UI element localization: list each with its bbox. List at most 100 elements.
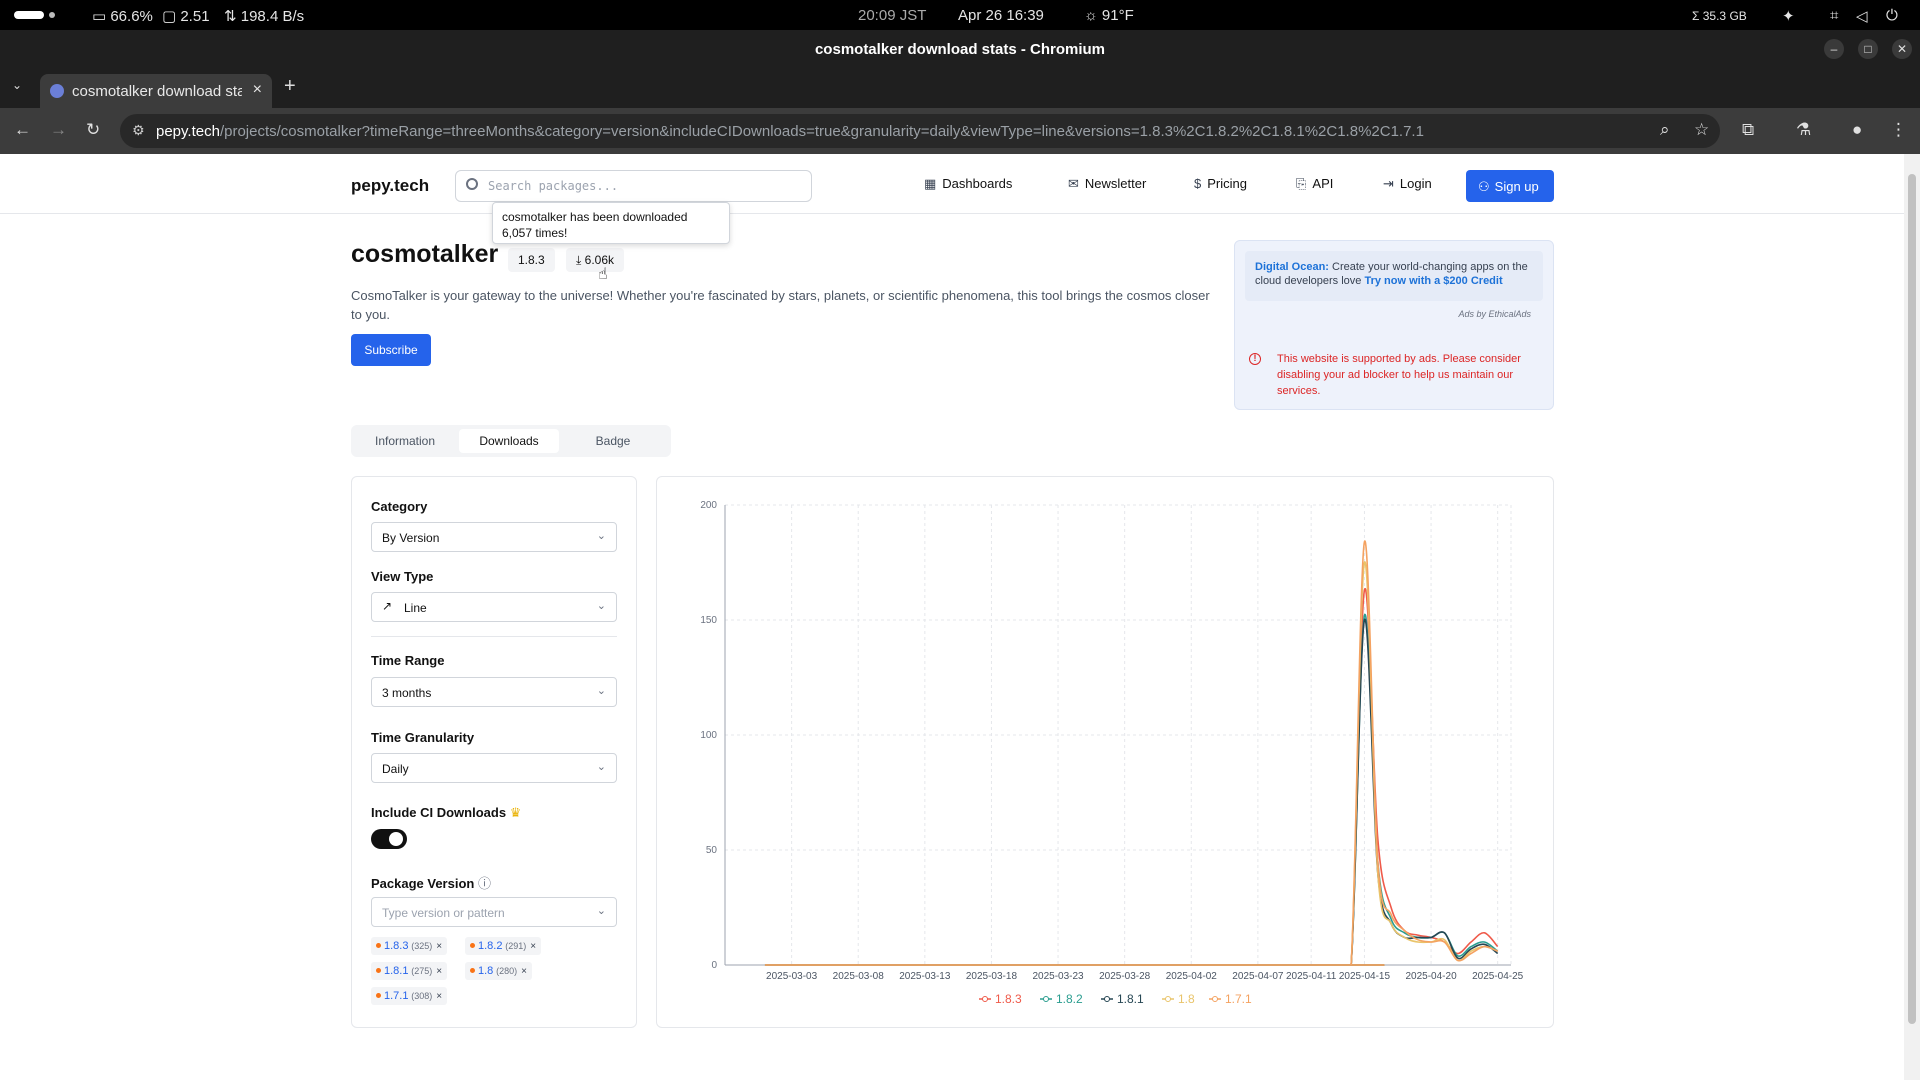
- x-tick-label: 2025-03-18: [966, 971, 1018, 982]
- chevron-down-icon: ⌄: [596, 761, 606, 773]
- category-label: Category: [371, 499, 428, 514]
- nav-pricing[interactable]: $ Pricing: [1194, 176, 1247, 191]
- nav-dashboards[interactable]: ▦ Dashboards: [924, 176, 1012, 192]
- window-title: cosmotalker download stats - Chromium: [814, 41, 1106, 58]
- granularity-select[interactable]: Daily ⌄: [371, 753, 617, 783]
- chevron-down-icon: ⌄: [596, 685, 606, 697]
- workspace-dot[interactable]: [49, 12, 55, 18]
- legend-label: 1.8.2: [1056, 992, 1083, 1006]
- scrollbar-thumb: [1908, 174, 1916, 1024]
- ad-box: Digital Ocean: Create your world-changin…: [1234, 240, 1554, 410]
- package-title: cosmotalker: [351, 240, 499, 268]
- series-line-1.8: [764, 561, 1498, 966]
- version-chip[interactable]: 1.8.1 (275) ×: [371, 962, 448, 980]
- weather: ☼ 91°F: [1084, 7, 1134, 24]
- signup-button[interactable]: ⚇ Sign up: [1466, 170, 1554, 202]
- labs-icon[interactable]: ⚗: [1796, 120, 1811, 140]
- browser-tab[interactable]: cosmotalker download stats ×: [40, 74, 272, 108]
- remove-icon: ×: [530, 941, 537, 952]
- tab-downloads[interactable]: Downloads: [459, 429, 559, 453]
- network-icon[interactable]: ⌗: [1830, 7, 1838, 24]
- power-icon[interactable]: ⏻: [1886, 7, 1898, 24]
- y-tick-label: 50: [706, 845, 718, 856]
- clock-date[interactable]: Apr 26 16:39: [958, 7, 1044, 24]
- favicon-icon: [50, 84, 64, 98]
- legend-marker-dot: [1043, 996, 1049, 1002]
- divider: [371, 636, 617, 637]
- nav-newsletter[interactable]: ✉ Newsletter: [1068, 176, 1146, 192]
- back-icon[interactable]: ←: [14, 120, 31, 140]
- ad-content[interactable]: Digital Ocean: Create your world-changin…: [1245, 251, 1543, 301]
- x-tick-label: 2025-03-03: [766, 971, 818, 982]
- tab-close-icon[interactable]: ×: [253, 81, 262, 99]
- menu-icon[interactable]: ⋮: [1890, 120, 1907, 140]
- viewtype-label: View Type: [371, 569, 434, 584]
- maximize-button[interactable]: □: [1858, 39, 1878, 59]
- url-field[interactable]: ⚙ pepy.tech/projects/cosmotalker?timeRan…: [120, 114, 1720, 148]
- site-logo[interactable]: pepy.tech: [351, 176, 429, 196]
- downloads-line-chart[interactable]: 0 50 100 150 200 2025-03-03 2025-03-08 2025-03-…: [657, 477, 1555, 1029]
- downloads-badge[interactable]: ⤓ 6.06k: [566, 248, 625, 272]
- version-chip[interactable]: 1.8 (280) ×: [465, 962, 532, 980]
- chevron-down-icon: ⌄: [596, 600, 606, 612]
- legend-label: 1.8.1: [1117, 992, 1144, 1006]
- bookmark-star-icon[interactable]: ☆: [1694, 120, 1709, 140]
- close-window-button[interactable]: ✕: [1892, 39, 1912, 59]
- tab-information[interactable]: Information: [355, 429, 455, 453]
- page-scrollbar[interactable]: [1904, 154, 1920, 1080]
- x-tick-label: 2025-03-28: [1099, 971, 1151, 982]
- mail-icon: ✉: [1068, 176, 1079, 191]
- legend-marker-dot: [1165, 996, 1171, 1002]
- remove-icon: ×: [436, 991, 443, 1002]
- filters-panel: Category By Version ⌄ View Type ↗ Line ⌄ Ti…: [351, 476, 637, 1028]
- extensions-icon[interactable]: ⧉: [1742, 120, 1754, 140]
- window-titlebar: cosmotalker download stats - Chromium – …: [0, 30, 1920, 68]
- dashboard-icon: ▦: [924, 176, 937, 191]
- category-select[interactable]: By Version ⌄: [371, 522, 617, 552]
- remove-icon: ×: [436, 966, 443, 977]
- minimize-button[interactable]: –: [1824, 39, 1844, 59]
- version-chip[interactable]: 1.8.2 (291) ×: [465, 937, 542, 955]
- version-chip[interactable]: 1.8.3 (325) ×: [371, 937, 448, 955]
- x-tick-label: 2025-04-11: [1286, 971, 1337, 982]
- tab-badge[interactable]: Badge: [563, 429, 663, 453]
- accessibility-icon[interactable]: ✦: [1782, 7, 1795, 25]
- subscribe-button[interactable]: Subscribe: [351, 334, 431, 366]
- ad-attribution[interactable]: Ads by EthicalAds: [1458, 309, 1531, 319]
- x-tick-label: 2025-03-08: [833, 971, 885, 982]
- nav-login[interactable]: ⇥ Login: [1383, 176, 1432, 192]
- clock-tz: 20:09 JST: [858, 7, 927, 24]
- add-user-icon: ⚇: [1478, 179, 1490, 194]
- remove-icon: ×: [436, 941, 443, 952]
- legend-label: 1.7.1: [1225, 992, 1252, 1006]
- site-header: pepy.tech Search packages... ▦ Dashboards…: [0, 154, 1904, 214]
- series-line-1.8.3: [764, 587, 1499, 966]
- tab-title: cosmotalker download stats: [72, 83, 242, 100]
- ci-toggle[interactable]: [371, 829, 407, 849]
- workspace-indicator[interactable]: [14, 11, 44, 19]
- chart-panel: 0 50 100 150 200 2025-03-03 2025-03-08 2025-03-…: [656, 476, 1554, 1028]
- version-chip[interactable]: 1.7.1 (308) ×: [371, 987, 448, 1005]
- volume-icon[interactable]: ◁: [1856, 7, 1868, 25]
- viewtype-select[interactable]: ↗ Line ⌄: [371, 592, 617, 622]
- remove-icon: ×: [521, 966, 527, 977]
- profile-icon[interactable]: ●: [1852, 120, 1862, 140]
- y-tick-label: 150: [700, 615, 717, 626]
- new-tab-icon[interactable]: +: [284, 75, 296, 98]
- package-search-input[interactable]: Search packages...: [455, 170, 812, 202]
- x-tick-label: 2025-04-25: [1472, 971, 1524, 982]
- mouse-cursor-icon: ☝: [598, 266, 608, 283]
- tab-list-icon[interactable]: ⌄: [12, 78, 22, 92]
- disk-usage: Σ 35.3 GB: [1692, 9, 1747, 23]
- nav-api[interactable]: ⎘ API: [1296, 176, 1333, 192]
- forward-icon[interactable]: →: [50, 120, 67, 140]
- reload-icon[interactable]: ↻: [86, 120, 100, 140]
- x-tick-label: 2025-03-13: [899, 971, 951, 982]
- legend-marker-dot: [982, 996, 988, 1002]
- site-info-icon[interactable]: ⚙: [132, 122, 145, 139]
- version-input[interactable]: Type version or pattern ⌄: [371, 897, 617, 927]
- adblock-warning: This website is supported by ads. Please…: [1277, 353, 1521, 397]
- timerange-select[interactable]: 3 months ⌄: [371, 677, 617, 707]
- crown-icon: ♛: [509, 805, 522, 820]
- zoom-icon[interactable]: ⌕: [1660, 120, 1670, 140]
